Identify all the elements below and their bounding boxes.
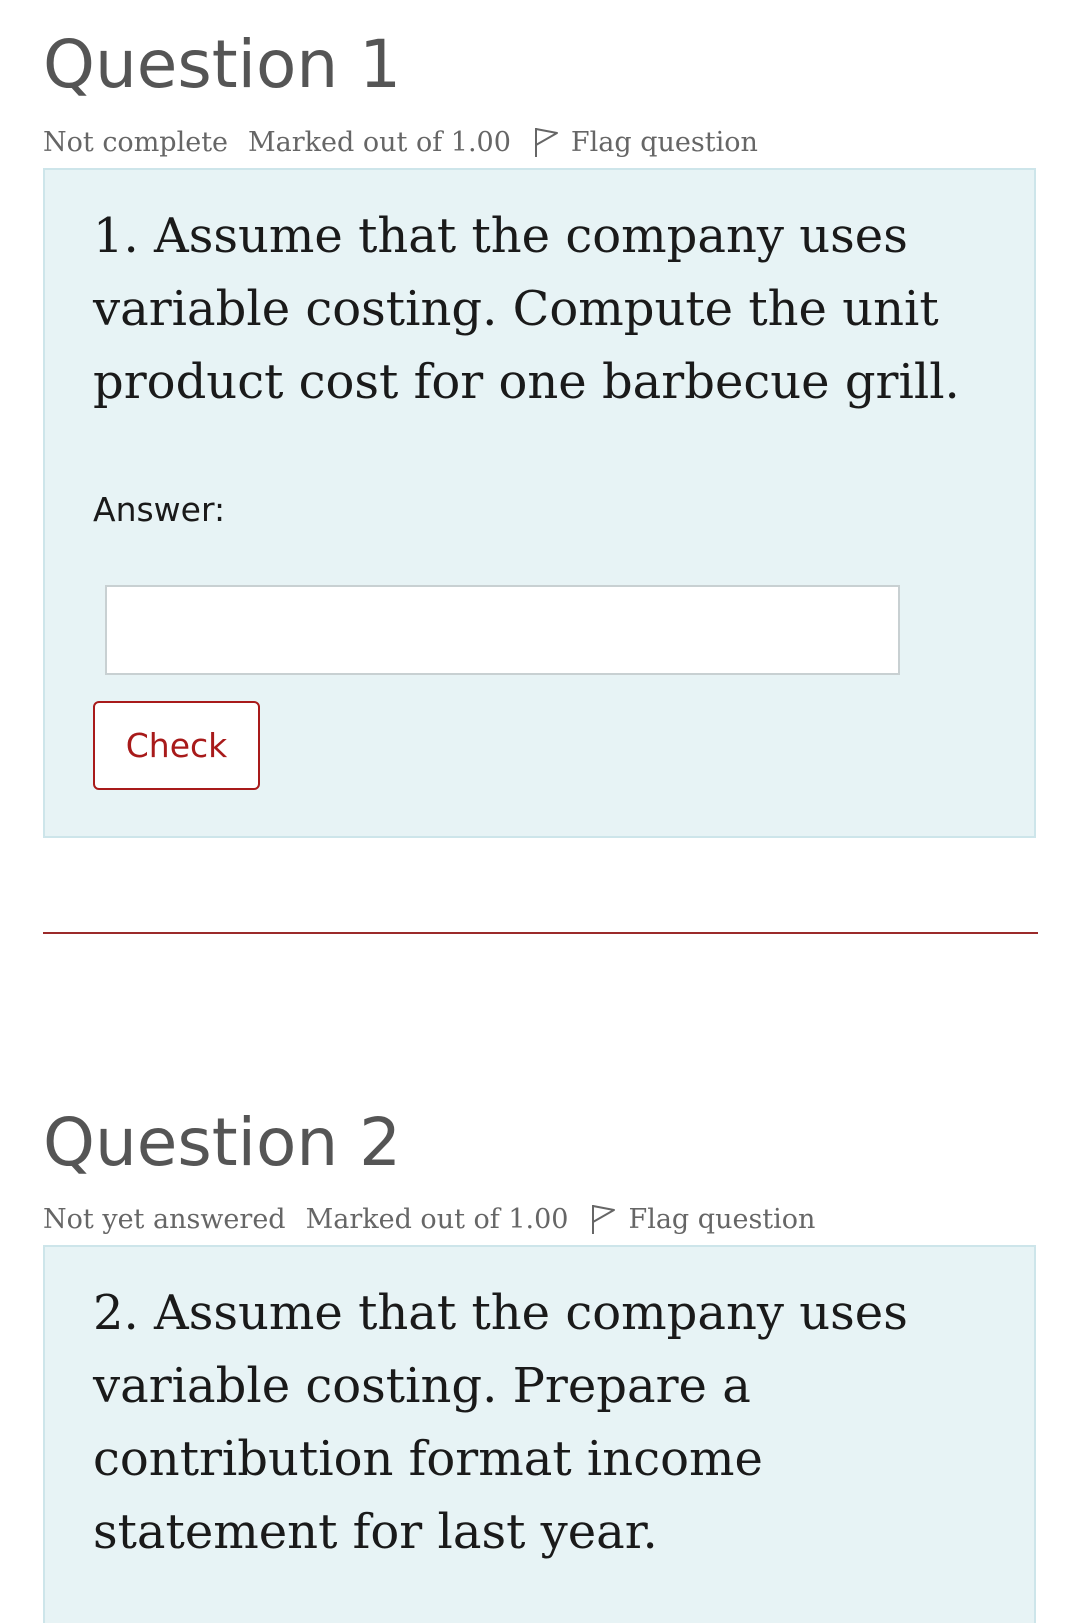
question-2-content: 2. Assume that the company uses variable…	[43, 1245, 1036, 1623]
flag-icon	[534, 128, 558, 157]
question-1-state: Not complete	[43, 126, 229, 158]
question-2-info: Not yet answered Marked out of 1.00 Flag…	[43, 1199, 815, 1239]
question-2-title: Question 2	[43, 1104, 402, 1181]
question-2-flag-link[interactable]: Flag question	[590, 1203, 815, 1235]
question-1-flag-label: Flag question	[570, 126, 758, 158]
question-2-text: 2. Assume that the company uses variable…	[93, 1285, 908, 1560]
question-1-content: 1. Assume that the company uses variable…	[43, 168, 1036, 838]
question-2-grade: Marked out of 1.00	[305, 1203, 569, 1235]
question-1-title: Question 1	[43, 26, 402, 103]
answer-input[interactable]	[105, 585, 900, 675]
question-1-grade: Marked out of 1.00	[248, 126, 511, 158]
question-2-state: Not yet answered	[43, 1203, 286, 1235]
question-1-flag-link[interactable]: Flag question	[533, 126, 758, 158]
question-1-text: 1. Assume that the company uses variable…	[93, 208, 960, 410]
question-divider	[43, 932, 1038, 934]
answer-label: Answer:	[93, 490, 226, 529]
check-button[interactable]: Check	[93, 701, 260, 790]
flag-icon	[592, 1205, 616, 1234]
quiz-page: Question 1 Not complete Marked out of 1.…	[0, 0, 1080, 1623]
question-1-info: Not complete Marked out of 1.00 Flag que…	[43, 122, 758, 162]
question-2-flag-label: Flag question	[628, 1203, 816, 1235]
